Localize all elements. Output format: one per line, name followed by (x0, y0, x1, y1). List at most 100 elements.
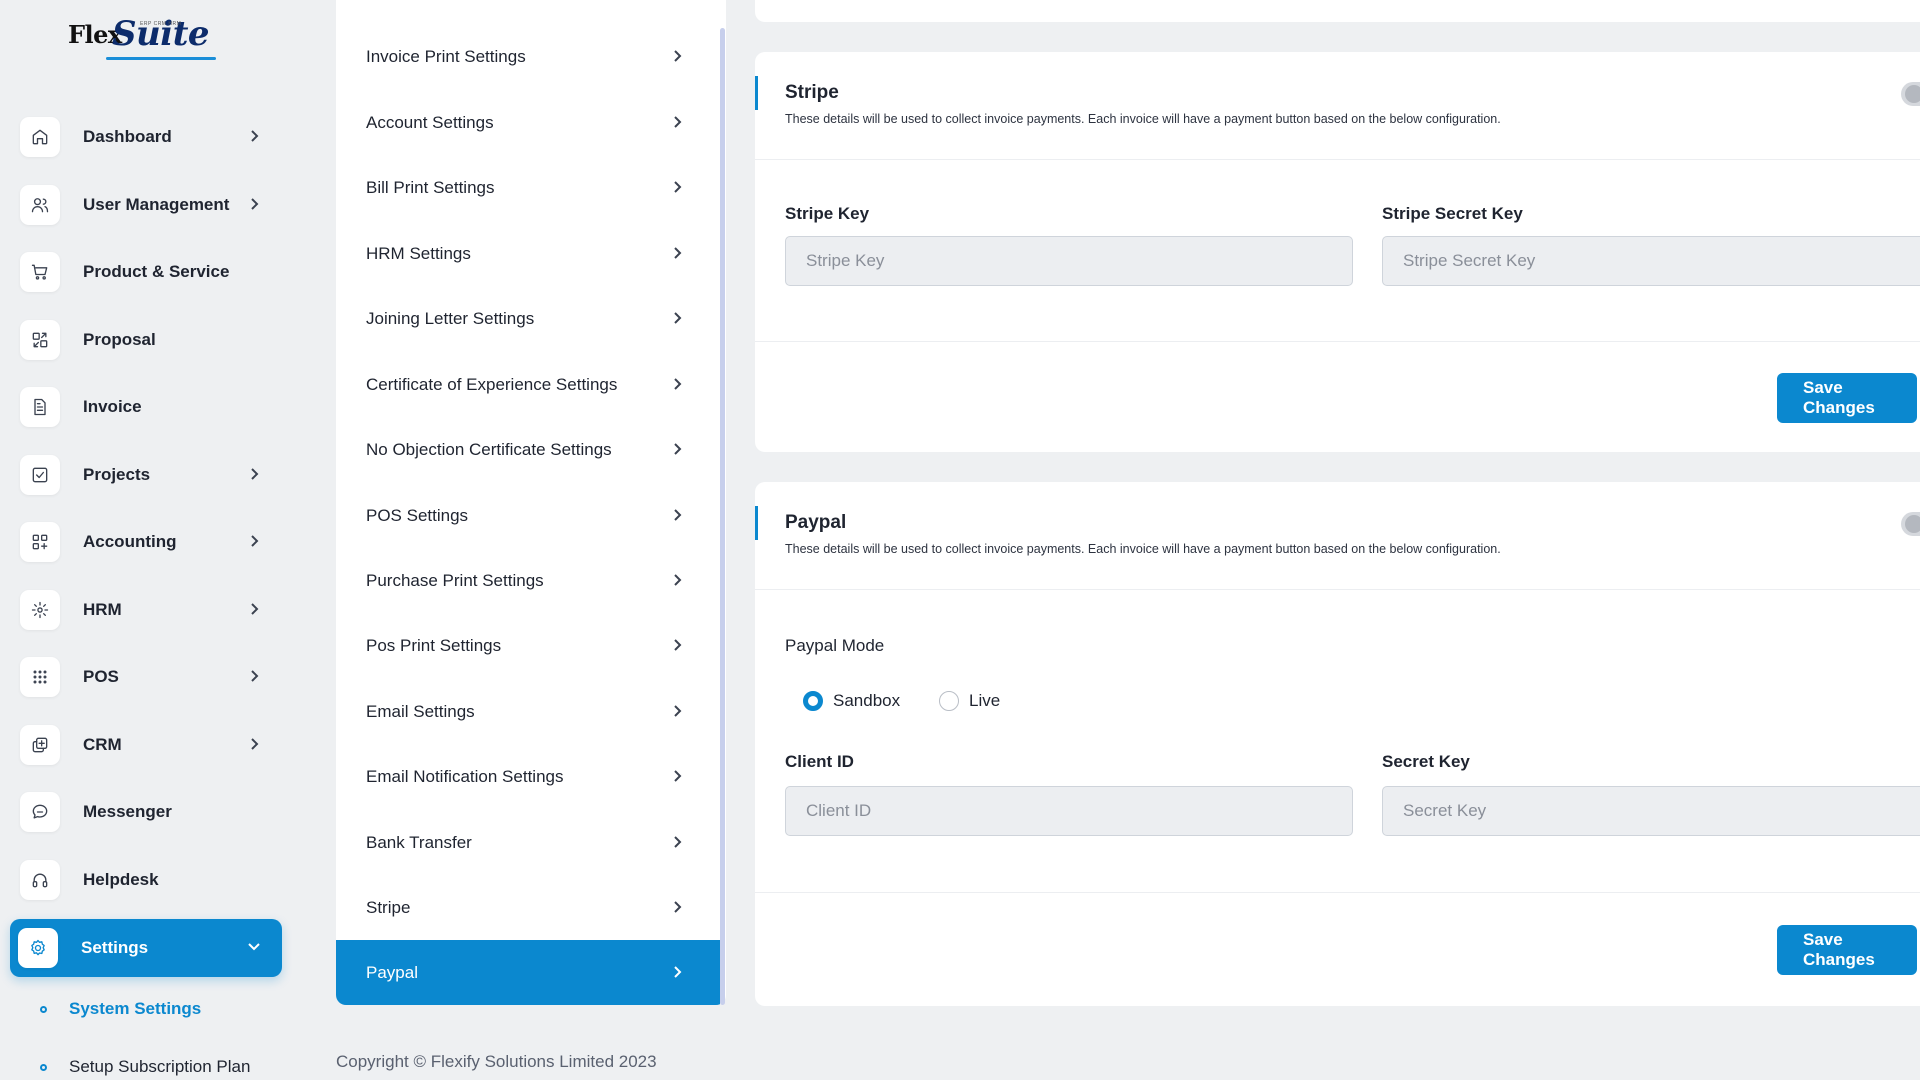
dots-grid-icon (20, 657, 60, 697)
headset-icon (20, 860, 60, 900)
stripe-enable-toggle[interactable] (1901, 82, 1920, 106)
chevron-right-icon (670, 508, 684, 522)
menu-item-label: Purchase Print Settings (366, 571, 544, 590)
menu-item-label: Stripe (366, 898, 411, 917)
stripe-title: Stripe (785, 82, 839, 103)
radio-circle (939, 691, 959, 711)
menu-item-label: HRM Settings (366, 244, 471, 263)
menu-item-label: Email Settings (366, 702, 475, 721)
menu-item-email-notification-settings[interactable]: Email Notification Settings (336, 744, 720, 810)
chevron-right-icon (246, 668, 262, 684)
paypal-mode-live-radio[interactable]: Live (939, 691, 1000, 711)
proposal-icon (20, 320, 60, 360)
chevron-right-icon (670, 180, 684, 194)
logo-text-suite: Suite (112, 14, 210, 54)
sidebar-item-crm[interactable]: CRM (12, 717, 282, 773)
file-icon (20, 387, 60, 427)
menu-item-label: Paypal (366, 962, 418, 982)
menu-item-bill-print-settings[interactable]: Bill Print Settings (336, 155, 720, 221)
stripe-description: These details will be used to collect in… (785, 112, 1501, 126)
menu-item-label: POS Settings (366, 506, 469, 525)
settings-menu-scrollbar[interactable] (720, 28, 725, 1005)
sidebar-item-messenger[interactable]: Messenger (12, 784, 282, 840)
paypal-mode-sandbox-radio[interactable]: Sandbox (803, 691, 900, 711)
paypal-enable-toggle[interactable] (1901, 512, 1920, 536)
paypal-secret-key-input[interactable] (1382, 786, 1920, 836)
menu-item-noc-settings[interactable]: No Objection Certificate Settings (336, 417, 720, 483)
chevron-right-icon (246, 736, 262, 752)
menu-item-account-settings[interactable]: Account Settings (336, 90, 720, 156)
menu-item-stripe[interactable]: Stripe (336, 875, 720, 941)
paypal-client-id-input[interactable] (785, 786, 1353, 836)
sidebar-item-label: Accounting (83, 532, 177, 551)
menu-item-pos-settings[interactable]: POS Settings (336, 483, 720, 549)
paypal-title: Paypal (785, 512, 847, 533)
chat-icon (20, 792, 60, 832)
sidebar-subitem-label: System Settings (69, 999, 202, 1018)
sidebar-subitem-system-settings[interactable]: System Settings (40, 999, 201, 1019)
sidebar-item-label: Invoice (83, 397, 142, 416)
chevron-right-icon (246, 466, 262, 482)
chevron-right-icon (670, 638, 684, 652)
card-divider (755, 892, 1920, 893)
sidebar-item-helpdesk[interactable]: Helpdesk (12, 852, 282, 908)
menu-item-email-settings[interactable]: Email Settings (336, 679, 720, 745)
toggle-knob (1905, 515, 1920, 533)
chevron-right-icon (670, 900, 684, 914)
sidebar-item-hrm[interactable]: HRM (12, 582, 282, 638)
users-icon (20, 185, 60, 225)
stripe-save-button[interactable]: Save Changes (1777, 373, 1917, 423)
sidebar-item-proposal[interactable]: Proposal (12, 312, 282, 368)
sidebar-item-settings[interactable]: Settings (10, 919, 282, 977)
stripe-secret-key-label: Stripe Secret Key (1382, 204, 1523, 223)
stripe-settings-card: Stripe These details will be used to col… (755, 52, 1920, 452)
menu-item-label: No Objection Certificate Settings (366, 440, 612, 459)
chevron-right-icon (670, 115, 684, 129)
sidebar-subitem-subscription-plan[interactable]: Setup Subscription Plan (40, 1057, 250, 1077)
chevron-down-icon (246, 938, 262, 954)
menu-item-certificate-experience-settings[interactable]: Certificate of Experience Settings (336, 352, 720, 418)
toggle-knob (1905, 85, 1920, 103)
menu-item-paypal[interactable]: Paypal (336, 940, 720, 1005)
menu-item-purchase-print-settings[interactable]: Purchase Print Settings (336, 548, 720, 614)
menu-item-joining-letter-settings[interactable]: Joining Letter Settings (336, 286, 720, 352)
brand-logo[interactable]: Flex Suite ERP CRM HRM (68, 14, 218, 64)
chevron-right-icon (670, 573, 684, 587)
gear-icon (18, 928, 58, 968)
menu-item-label: Email Notification Settings (366, 767, 564, 786)
menu-item-bank-transfer[interactable]: Bank Transfer (336, 810, 720, 876)
chevron-right-icon (670, 311, 684, 325)
sidebar-item-invoice[interactable]: Invoice (12, 379, 282, 435)
sidebar-item-dashboard[interactable]: Dashboard (12, 109, 282, 165)
chevron-right-icon (670, 704, 684, 718)
chevron-right-icon (246, 196, 262, 212)
paypal-mode-label: Paypal Mode (785, 636, 885, 655)
sidebar-item-projects[interactable]: Projects (12, 447, 282, 503)
radio-circle (803, 691, 823, 711)
menu-item-label: Pos Print Settings (366, 636, 502, 655)
sidebar-item-product-service[interactable]: Product & Service (12, 244, 282, 300)
chevron-right-icon (246, 601, 262, 617)
paypal-card-header: Paypal These details will be used to col… (755, 482, 1920, 590)
main-sidebar: Flex Suite ERP CRM HRM Dashboard User Ma… (0, 0, 290, 1080)
logo-tagline: ERP CRM HRM (140, 21, 182, 27)
paypal-save-button[interactable]: Save Changes (1777, 925, 1917, 975)
stripe-card-header: Stripe These details will be used to col… (755, 52, 1920, 160)
menu-item-label: Bill Print Settings (366, 178, 495, 197)
sidebar-item-label: Messenger (83, 802, 172, 821)
paypal-client-id-label: Client ID (785, 752, 854, 771)
settings-menu-panel: Invoice Print Settings Account Settings … (336, 0, 726, 1005)
menu-item-pos-print-settings[interactable]: Pos Print Settings (336, 613, 720, 679)
menu-item-invoice-print-settings[interactable]: Invoice Print Settings (336, 24, 720, 90)
stripe-secret-key-input[interactable] (1382, 236, 1920, 286)
bullet-dot-icon (40, 1063, 47, 1071)
sidebar-item-accounting[interactable]: Accounting (12, 514, 282, 570)
menu-item-hrm-settings[interactable]: HRM Settings (336, 221, 720, 287)
home-icon (20, 117, 60, 157)
sidebar-item-user-management[interactable]: User Management (12, 177, 282, 233)
radio-label: Live (969, 691, 1001, 710)
stripe-key-input[interactable] (785, 236, 1353, 286)
grid-plus-icon (20, 522, 60, 562)
sidebar-subitem-label: Setup Subscription Plan (69, 1057, 251, 1076)
sidebar-item-pos[interactable]: POS (12, 649, 282, 705)
